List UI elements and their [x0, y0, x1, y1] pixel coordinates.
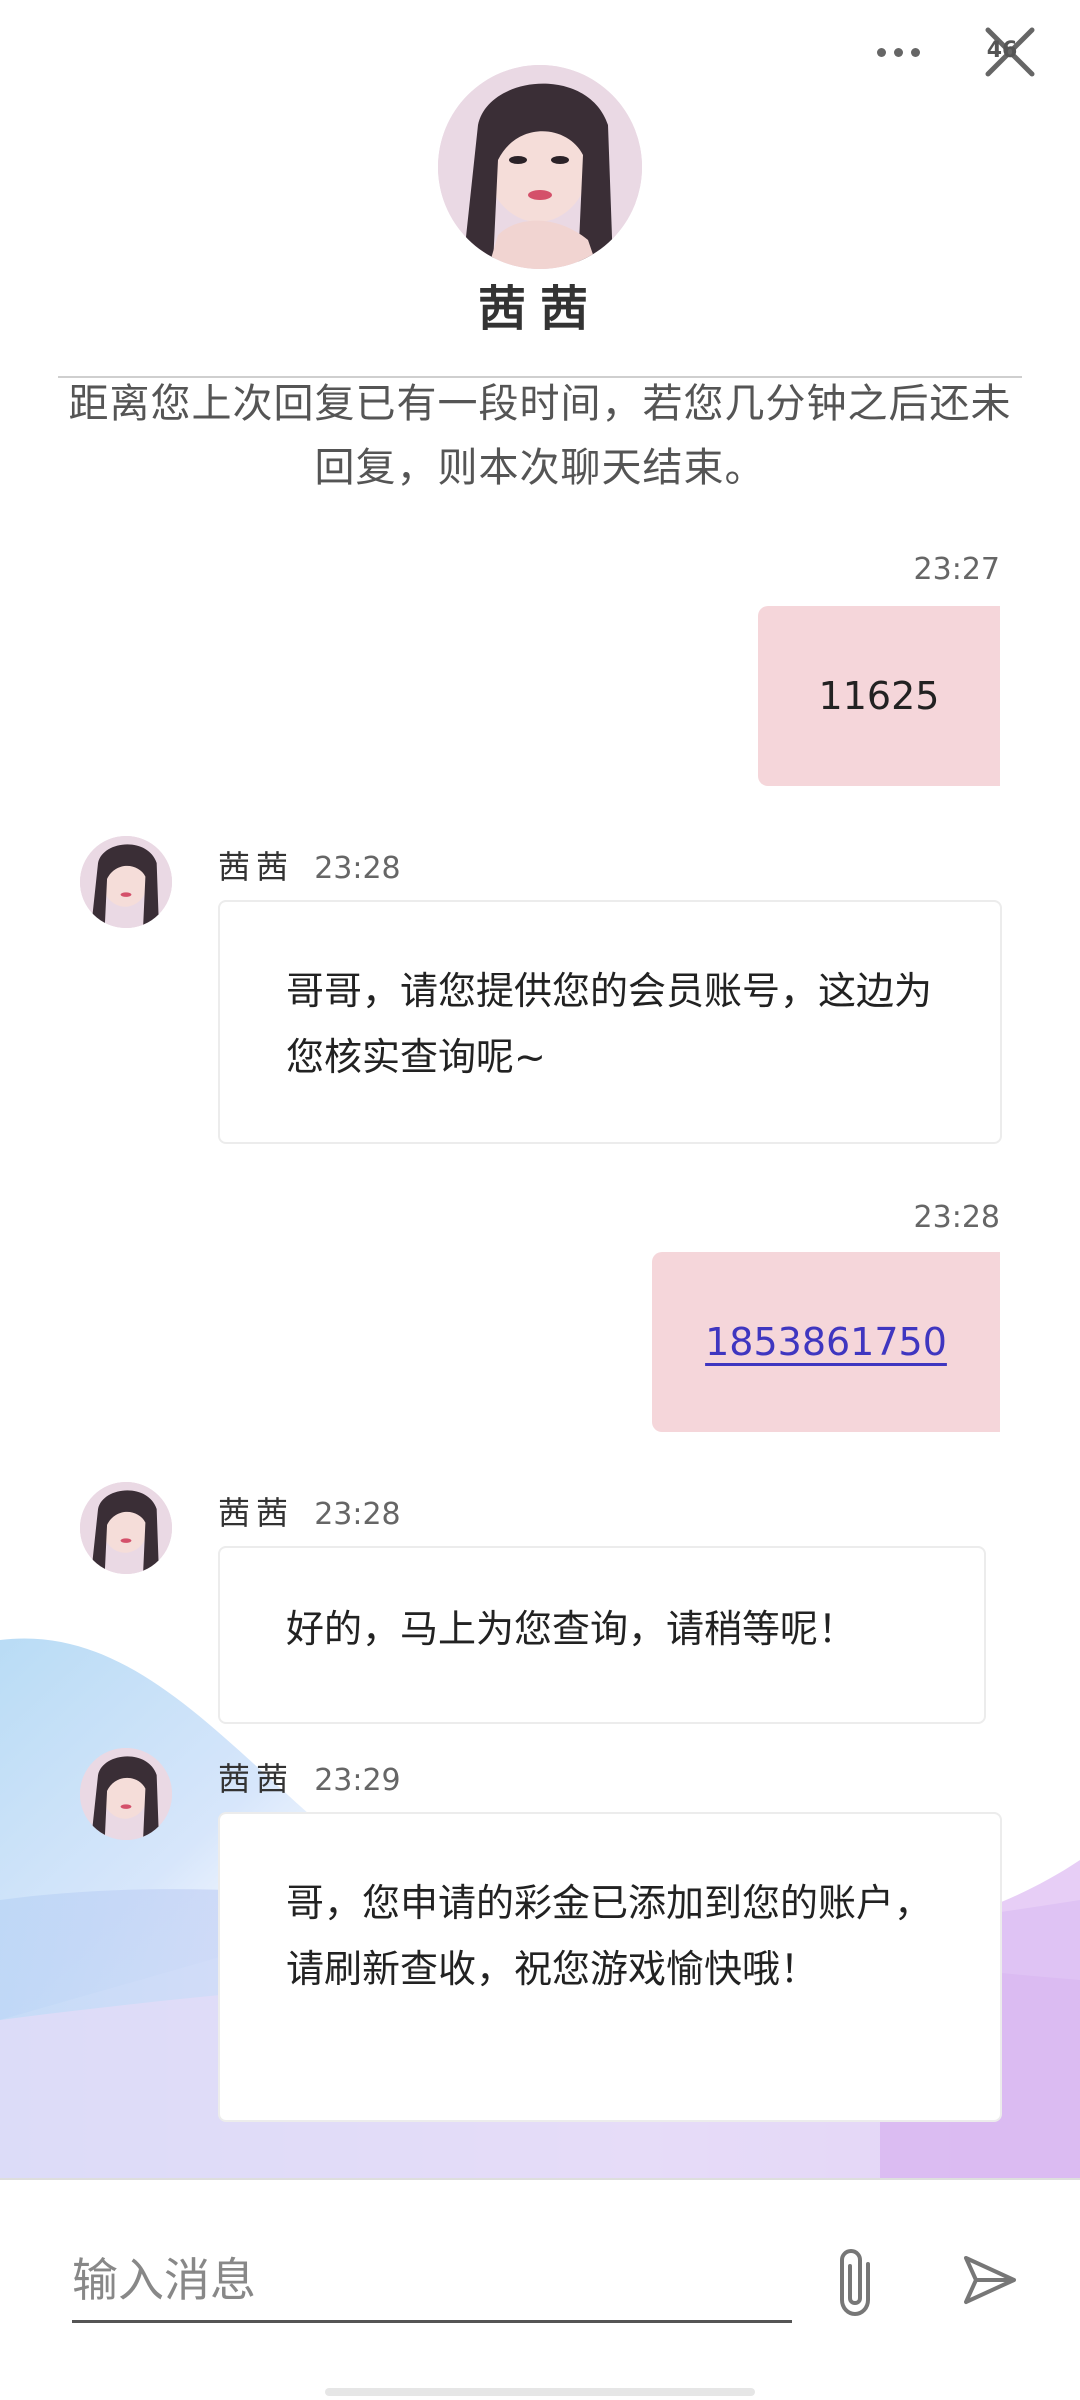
message-time: 23:29: [314, 1763, 401, 1798]
agent-name: 茜茜: [477, 281, 602, 337]
message-input[interactable]: [72, 2240, 792, 2323]
send-icon[interactable]: [960, 2250, 1020, 2310]
more-dots-icon[interactable]: [877, 47, 920, 57]
message-text: 哥，您申请的彩金已添加到您的账户，请刷新查收，祝您游戏愉快哦！: [286, 1881, 933, 1991]
agent-avatar: [80, 1482, 172, 1574]
home-indicator: [325, 2388, 755, 2396]
sender-name: 茜茜: [218, 848, 295, 886]
chat-header: 茜茜: [0, 65, 1080, 339]
sender-name: 茜茜: [218, 1760, 295, 1798]
incoming-message[interactable]: 哥，您申请的彩金已添加到您的账户，请刷新查收，祝您游戏愉快哦！: [218, 1812, 1002, 2122]
paperclip-icon[interactable]: [828, 2246, 888, 2320]
message-time: 23:28: [314, 851, 401, 886]
outgoing-message: 1853861750: [652, 1252, 1000, 1432]
incoming-message[interactable]: 好的，马上为您查询，请稍等呢！: [218, 1546, 986, 1724]
inactivity-notice: 距离您上次回复已有一段时间，若您几分钟之后还未回复，则本次聊天结束。: [68, 381, 1012, 491]
message-meta: 茜茜 23:28: [218, 1488, 401, 1534]
message-text: 好的，马上为您查询，请稍等呢！: [286, 1607, 857, 1651]
message-time: 23:28: [913, 1200, 1000, 1235]
message-time: 23:28: [314, 1497, 401, 1532]
message-time: 23:27: [913, 552, 1000, 587]
close-badge: 46: [986, 38, 1018, 63]
message-text: 哥哥，请您提供您的会员账号，这边为您核实查询呢~: [286, 969, 933, 1079]
message-text: 11625: [818, 674, 940, 718]
agent-avatar: [80, 836, 172, 928]
message-input-bar: [0, 2178, 1080, 2400]
sender-name: 茜茜: [218, 1494, 295, 1532]
phone-link[interactable]: 1853861750: [705, 1320, 947, 1364]
incoming-message[interactable]: 哥哥，请您提供您的会员账号，这边为您核实查询呢~: [218, 900, 1002, 1144]
outgoing-message[interactable]: 11625: [758, 606, 1000, 786]
chat-screen: 46 茜茜 距离您上次回复已有一段时间，若您几分钟之后还未回复，则本次聊天结束。…: [0, 0, 1080, 2400]
top-action-bar: 46: [877, 22, 1040, 82]
message-meta: 茜茜 23:29: [218, 1754, 401, 1800]
message-meta: 茜茜 23:28: [218, 842, 401, 888]
agent-avatar-large: [438, 65, 642, 269]
close-button[interactable]: 46: [980, 22, 1040, 82]
agent-avatar: [80, 1748, 172, 1840]
